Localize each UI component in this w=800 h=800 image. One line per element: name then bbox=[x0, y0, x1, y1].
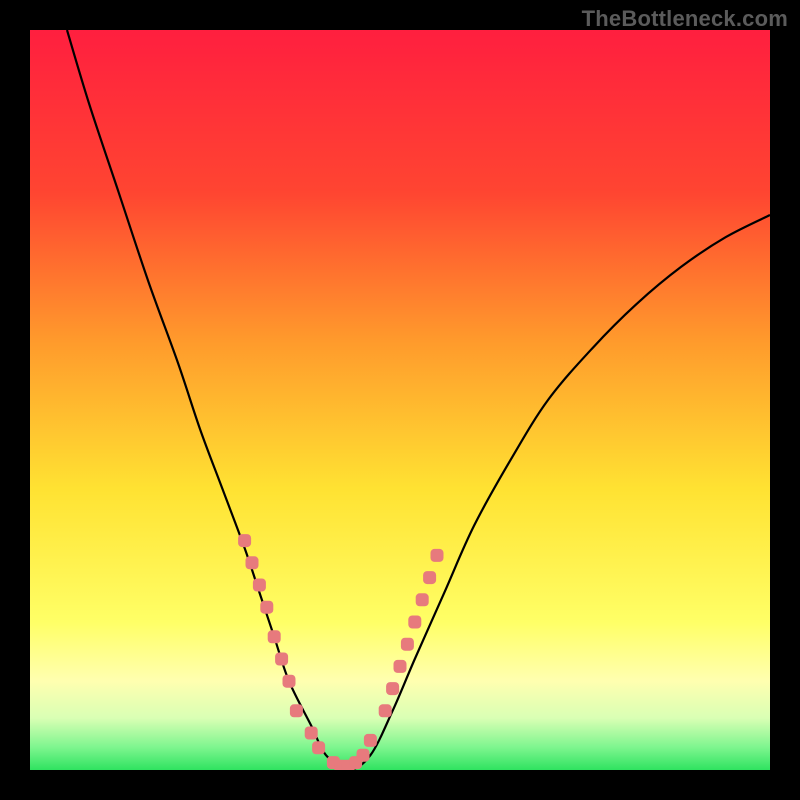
marker-point bbox=[416, 593, 429, 606]
marker-point bbox=[246, 556, 259, 569]
marker-point bbox=[386, 682, 399, 695]
marker-point bbox=[275, 653, 288, 666]
marker-point bbox=[364, 734, 377, 747]
marker-point bbox=[260, 601, 273, 614]
marker-point bbox=[290, 704, 303, 717]
chart-svg bbox=[30, 30, 770, 770]
marker-point bbox=[238, 534, 251, 547]
marker-point bbox=[379, 704, 392, 717]
plot-area bbox=[30, 30, 770, 770]
watermark-label: TheBottleneck.com bbox=[582, 6, 788, 32]
marker-point bbox=[431, 549, 444, 562]
chart-frame: TheBottleneck.com bbox=[0, 0, 800, 800]
marker-point bbox=[408, 616, 421, 629]
marker-point bbox=[268, 630, 281, 643]
marker-point bbox=[253, 579, 266, 592]
marker-point bbox=[423, 571, 436, 584]
marker-point bbox=[401, 638, 414, 651]
marker-point bbox=[283, 675, 296, 688]
marker-point bbox=[305, 727, 318, 740]
gradient-background bbox=[30, 30, 770, 770]
marker-point bbox=[312, 741, 325, 754]
marker-point bbox=[394, 660, 407, 673]
marker-point bbox=[357, 749, 370, 762]
